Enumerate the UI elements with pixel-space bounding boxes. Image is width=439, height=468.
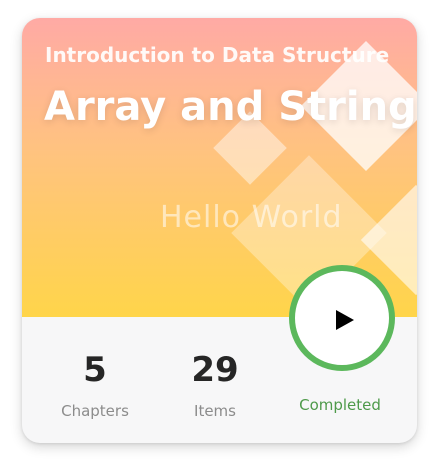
play-icon — [336, 310, 354, 330]
items-label: Items — [194, 402, 236, 420]
items-count: 29 — [191, 350, 239, 390]
hello-world-watermark: Hello World — [160, 200, 343, 235]
completion-status: Completed — [299, 396, 381, 414]
items-stat: 29 Items — [170, 350, 260, 422]
play-button[interactable] — [289, 265, 395, 371]
chapters-count: 5 — [83, 350, 107, 390]
chapters-stat: 5 Chapters — [50, 350, 140, 422]
course-title: Array and String — [44, 84, 417, 130]
course-subtitle: Introduction to Data Structure — [45, 43, 390, 67]
course-card[interactable]: Hello World Introduction to Data Structu… — [22, 18, 417, 443]
chapters-label: Chapters — [61, 402, 129, 420]
